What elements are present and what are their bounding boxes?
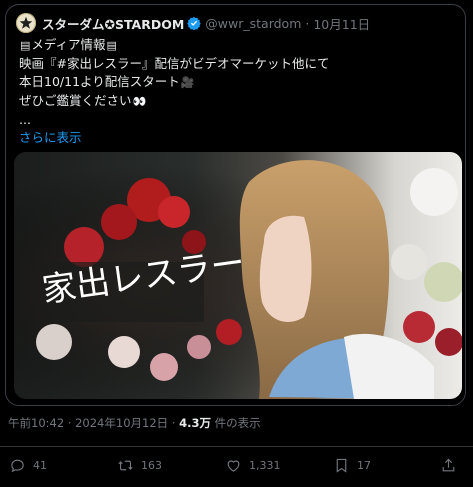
separator-dot: ·	[305, 15, 310, 31]
display-name[interactable]: スターダム✪STARDOM	[42, 14, 184, 33]
tweet-line-3: 本日10/11より配信スタート🎥	[19, 74, 195, 89]
eyes-icon: 👀	[132, 95, 147, 108]
tweet-media-image[interactable]: 家出レスラー	[14, 152, 462, 399]
tweet-text: ▤メディア情報▤ 映画『#家出レスラー』配信がビデオマーケット他にて 本日10/…	[19, 36, 449, 147]
post-timestamp[interactable]: 午前10:42 · 2024年10月12日 ·	[8, 416, 179, 430]
avatar[interactable]	[16, 13, 36, 33]
views-count: 4.3万	[179, 416, 211, 430]
like-button[interactable]: 1,331	[225, 452, 281, 478]
newspaper-icon: ▤	[106, 39, 117, 52]
star-logo-icon	[19, 16, 33, 29]
reply-button[interactable]: 41	[9, 452, 47, 478]
heart-icon	[227, 459, 240, 472]
tweet-actions: 41 163 1,331 17	[0, 452, 473, 478]
bookmark-icon	[336, 458, 347, 473]
views-label: 件の表示	[210, 416, 261, 430]
tweet-line-2: 映画『#家出レスラー』配信がビデオマーケット他にて	[19, 56, 330, 71]
movie-poster-image: 家出レスラー	[14, 152, 462, 399]
verified-badge-icon	[187, 16, 202, 30]
retweet-button[interactable]: 163	[117, 452, 162, 478]
post-date[interactable]: 10月11日	[313, 14, 370, 33]
show-more-link[interactable]: さらに表示	[19, 129, 449, 147]
share-icon	[442, 458, 455, 471]
tweet-line-5: ...	[19, 112, 31, 127]
divider	[0, 446, 473, 447]
tweet-line-1: ▤メディア情報▤	[20, 37, 117, 52]
newspaper-icon: ▤	[20, 39, 31, 52]
retweet-icon	[118, 460, 133, 470]
reply-icon	[11, 459, 24, 472]
like-count: 1,331	[249, 458, 281, 472]
movie-camera-icon: 🎥	[180, 76, 195, 89]
bookmark-button[interactable]: 17	[333, 452, 371, 478]
tweet-line-4: ぜひご鑑賞ください👀	[19, 93, 147, 108]
share-button[interactable]	[440, 452, 464, 478]
retweet-count: 163	[141, 458, 162, 472]
tweet-card[interactable]: スターダム✪STARDOM @wwr_stardom · 10月11日 ▤メディ…	[5, 4, 466, 406]
tweet-meta: 午前10:42 · 2024年10月12日 · 4.3万 件の表示	[8, 415, 261, 431]
bookmark-count: 17	[357, 458, 371, 472]
handle[interactable]: @wwr_stardom	[205, 16, 301, 31]
reply-count: 41	[33, 458, 47, 472]
tweet-header: スターダム✪STARDOM @wwr_stardom · 10月11日	[16, 12, 370, 34]
